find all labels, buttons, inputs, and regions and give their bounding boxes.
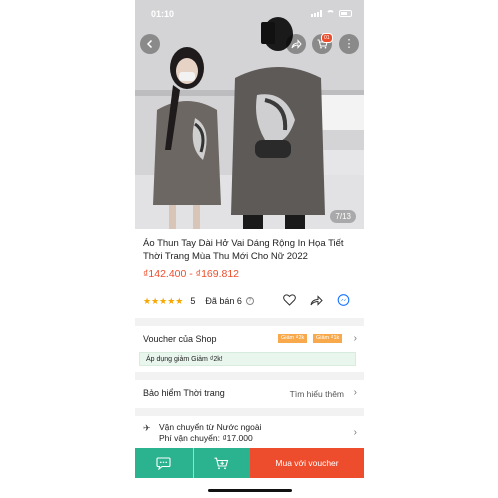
shipping-fee: Phí vận chuyển: ₫17.000 (159, 433, 253, 443)
share-button[interactable] (286, 34, 306, 54)
voucher-note: Áp dụng giảm Giảm ₫2k! (139, 352, 356, 366)
product-price: ₫142.400 - ₫169.812 (143, 268, 240, 280)
status-bar: 01:10 (135, 0, 364, 30)
insurance-learn-more[interactable]: Tìm hiểu thêm (290, 389, 344, 399)
product-title: Áo Thun Tay Dài Hở Vai Dáng Rộng In Họa … (143, 238, 344, 262)
like-button[interactable] (282, 293, 296, 307)
messenger-share-button[interactable] (336, 293, 350, 307)
shipping-origin: Vận chuyển từ Nước ngoài (159, 422, 262, 432)
buy-with-voucher-button[interactable]: Mua với voucher (250, 448, 364, 478)
wifi-icon (326, 10, 335, 17)
rating-stars: ★★★★★ (143, 295, 184, 306)
rating-value: 5 (190, 296, 196, 306)
add-to-cart-icon (214, 457, 229, 469)
chevron-left-icon (146, 39, 153, 49)
sold-count: Đã bán 6 (205, 296, 242, 306)
voucher-tag: Giảm ₫2k (278, 334, 308, 343)
section-divider (135, 408, 364, 416)
heart-icon (282, 294, 296, 306)
cart-badge: 01 (321, 33, 333, 43)
bottom-action-bar: Mua với voucher (135, 448, 364, 478)
voucher-row[interactable]: Voucher của Shop Giảm ₫2k Giảm ₫1k › (135, 330, 364, 348)
more-button[interactable]: ⋮ (339, 34, 359, 54)
share-icon (310, 294, 323, 306)
voucher-label: Voucher của Shop (143, 334, 217, 344)
shipping-row[interactable]: ✈ Vận chuyển từ Nước ngoài Phí vận chuyể… (135, 420, 364, 446)
image-counter: 7/13 (330, 210, 356, 223)
status-icons (311, 10, 352, 17)
share-icon (291, 39, 302, 49)
back-button[interactable] (140, 34, 160, 54)
insurance-label: Bảo hiểm Thời trang (143, 388, 225, 398)
messenger-icon (337, 293, 349, 306)
voucher-tag: Giảm ₫1k (313, 334, 343, 343)
phone-screen: 01:10 01 ⋮ 7/13 Áo Thun Tay Dài Hở Vai D… (135, 0, 364, 498)
chat-icon (156, 456, 171, 470)
add-to-cart-button[interactable] (192, 448, 250, 478)
rating-row: ★★★★★ 5 Đã bán 6 ? (143, 293, 358, 308)
more-vertical-icon: ⋮ (343, 37, 355, 50)
chevron-right-icon: › (353, 333, 357, 344)
section-divider (135, 372, 364, 380)
section-divider (135, 318, 364, 326)
plane-icon: ✈ (143, 423, 151, 433)
battery-icon (339, 10, 352, 17)
home-indicator (208, 489, 292, 492)
signal-icon (311, 10, 322, 17)
info-icon[interactable]: ? (245, 297, 254, 305)
chat-button[interactable] (135, 448, 193, 478)
chevron-right-icon: › (353, 427, 357, 438)
insurance-row[interactable]: Bảo hiểm Thời trang Tìm hiểu thêm › (135, 384, 364, 402)
share-product-button[interactable] (309, 293, 323, 307)
chevron-right-icon: › (353, 387, 357, 398)
status-time: 01:10 (151, 9, 175, 19)
